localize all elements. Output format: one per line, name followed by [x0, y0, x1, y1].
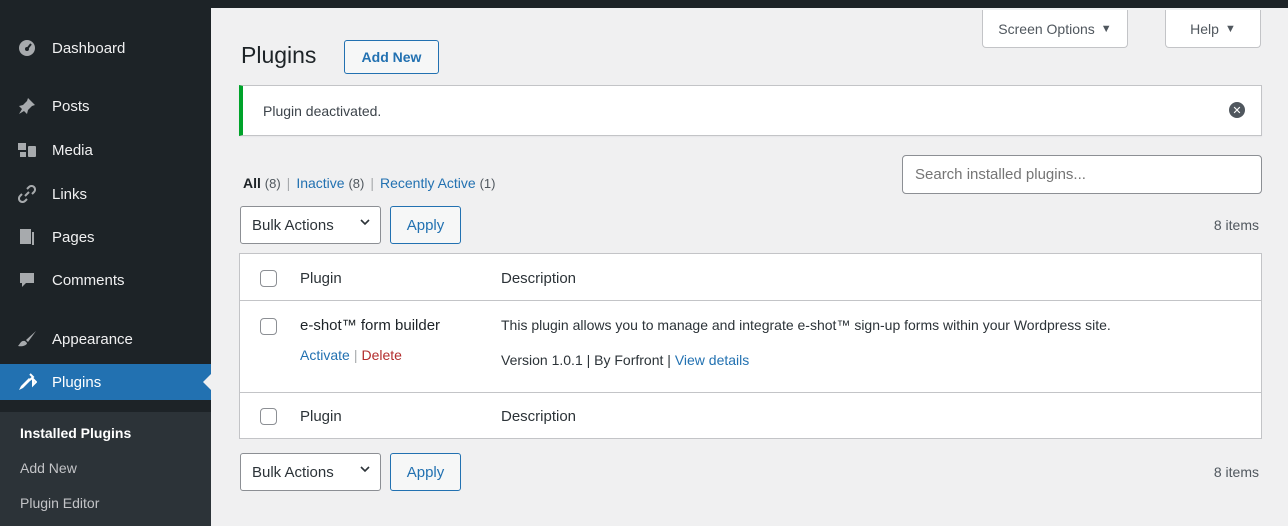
filter-recently-active[interactable]: Recently Active (1) [380, 175, 496, 191]
activate-link[interactable]: Activate [300, 347, 350, 363]
sidebar-item-label: Comments [52, 271, 125, 289]
plugin-icon [14, 373, 40, 391]
screen-options-button[interactable]: Screen Options ▼ [982, 10, 1128, 48]
bulk-actions-label: Bulk Actions [252, 463, 334, 481]
sidebar-item-media[interactable]: Media [0, 132, 211, 168]
divider [240, 300, 1261, 301]
view-details-link[interactable]: View details [675, 352, 749, 368]
sidebar-item-plugins[interactable]: Plugins [0, 364, 211, 400]
apply-button-top[interactable]: Apply [390, 206, 461, 244]
chevron-down-icon [360, 466, 370, 473]
submenu-add-new[interactable]: Add New [20, 460, 77, 476]
search-plugins-input[interactable] [902, 155, 1262, 194]
bulk-actions-label: Bulk Actions [252, 216, 334, 234]
comment-icon [14, 271, 40, 289]
sidebar-item-label: Media [52, 141, 93, 159]
sidebar-item-appearance[interactable]: Appearance [0, 321, 211, 357]
sidebar-item-comments[interactable]: Comments [0, 262, 211, 298]
column-footer-description: Description [501, 408, 577, 425]
help-label: Help [1190, 20, 1219, 37]
submenu-installed-plugins[interactable]: Installed Plugins [20, 425, 131, 441]
apply-button-bottom[interactable]: Apply [390, 453, 461, 491]
pin-icon [14, 97, 40, 115]
plugin-meta: Version 1.0.1 | By Forfront | View detai… [501, 352, 750, 368]
sidebar-item-label: Appearance [52, 330, 133, 348]
column-header-plugin[interactable]: Plugin [300, 270, 342, 287]
column-footer-plugin[interactable]: Plugin [300, 408, 342, 425]
plugins-table: Plugin Description e-shot™ form builder … [239, 253, 1262, 439]
delete-link[interactable]: Delete [361, 347, 401, 363]
filter-all[interactable]: All (8) [243, 175, 281, 191]
plugin-description: This plugin allows you to manage and int… [501, 317, 1111, 333]
plugin-row-checkbox[interactable] [260, 318, 277, 335]
item-count-bottom: 8 items [1213, 464, 1259, 480]
screen-options-label: Screen Options [998, 20, 1095, 37]
caret-down-icon: ▼ [1224, 22, 1236, 35]
help-button[interactable]: Help ▼ [1165, 10, 1261, 48]
submenu-plugin-editor[interactable]: Plugin Editor [20, 495, 99, 511]
sidebar-item-pages[interactable]: Pages [0, 219, 211, 255]
sidebar-item-label: Dashboard [52, 39, 126, 57]
divider [240, 392, 1261, 393]
sidebar-item-dashboard[interactable]: Dashboard [0, 30, 211, 66]
success-notice: Plugin deactivated. ✕ [239, 85, 1262, 136]
pages-icon [14, 228, 40, 246]
admin-bar [0, 0, 1288, 8]
plugin-status-filters: All (8) | Inactive (8) | Recently Active (1) [243, 175, 496, 191]
bulk-actions-select-bottom[interactable]: Bulk Actions [240, 453, 381, 491]
page-title: Plugins [241, 42, 317, 68]
sidebar-item-label: Posts [52, 97, 90, 115]
sidebar-item-label: Plugins [52, 373, 102, 391]
column-header-description: Description [501, 270, 577, 287]
row-actions: Activate | Delete [300, 347, 402, 363]
sidebar-item-label: Pages [52, 228, 95, 246]
link-icon [14, 185, 40, 203]
chevron-down-icon [360, 219, 370, 226]
filter-inactive[interactable]: Inactive (8) [296, 175, 364, 191]
caret-down-icon: ▼ [1100, 22, 1112, 35]
item-count-top: 8 items [1213, 217, 1259, 233]
admin-sidebar: Dashboard Posts Media Links Pages Commen… [0, 8, 211, 526]
sidebar-item-posts[interactable]: Posts [0, 88, 211, 124]
bulk-actions-select-top[interactable]: Bulk Actions [240, 206, 381, 244]
brush-icon [14, 330, 40, 348]
select-all-checkbox[interactable] [260, 270, 277, 287]
notice-text: Plugin deactivated. [263, 103, 382, 119]
dashboard-icon [14, 39, 40, 57]
sidebar-item-label: Links [52, 185, 88, 203]
add-new-button[interactable]: Add New [344, 40, 439, 74]
select-all-checkbox-footer[interactable] [260, 408, 277, 425]
media-icon [14, 141, 40, 159]
plugin-name: e-shot™ form builder [300, 317, 441, 334]
sidebar-item-links[interactable]: Links [0, 176, 211, 212]
dismiss-icon[interactable]: ✕ [1229, 102, 1245, 118]
